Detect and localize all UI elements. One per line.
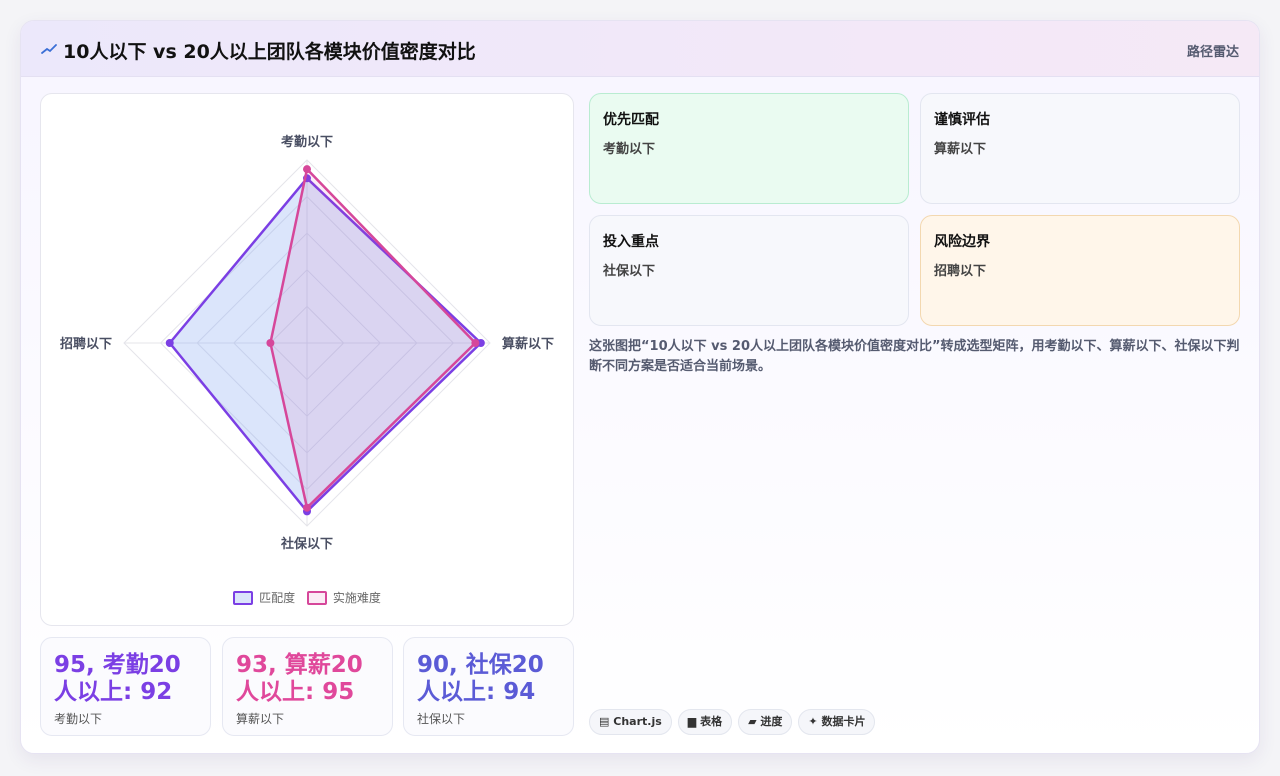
legend-item-match[interactable]: 匹配度 xyxy=(233,589,295,606)
stat-card-payroll: 93, 算薪20人以上: 95 算薪以下 xyxy=(222,637,393,736)
table-icon: ▆ xyxy=(687,715,697,728)
chart-icon: ▤ xyxy=(599,715,610,728)
tech-chips: ▤ Chart.js ▆ 表格 ▰ 进度 ✦ 数据卡片 xyxy=(589,709,881,735)
tile-title: 投入重点 xyxy=(603,234,659,250)
sparkle-icon: ✦ xyxy=(808,715,818,728)
stat-card-attendance: 95, 考勤20人以上: 92 考勤以下 xyxy=(40,637,211,736)
series-area-1 xyxy=(269,167,477,509)
data-point xyxy=(471,339,480,347)
tile-title: 优先匹配 xyxy=(603,112,659,128)
category-label: 算薪以下 xyxy=(502,336,554,352)
tile-careful-review: 谨慎评估 算薪以下 xyxy=(920,93,1240,204)
radar-chart: 考勤以下算薪以下社保以下 招聘以下 xyxy=(60,134,554,552)
legend-label-match: 匹配度 xyxy=(259,591,296,605)
chip-progress[interactable]: ▰ 进度 xyxy=(738,709,793,735)
tile-sub: 招聘以下 xyxy=(934,264,987,279)
dashboard-card: 10人以下 vs 20人以上团队各模块价值密度对比 路径雷达 考勤以下 算薪以下社… xyxy=(20,20,1260,754)
legend-item-difficulty[interactable]: 实施难度 xyxy=(306,589,381,606)
data-point xyxy=(303,165,311,174)
chip-label: Chart.js xyxy=(613,715,662,728)
tile-risk-boundary: 风险边界 招聘以下 xyxy=(920,215,1240,326)
stat-label: 考勤以下 xyxy=(54,712,103,726)
category-label: 社保以下 xyxy=(280,536,333,552)
stat-value: 93, 算薪20人以上: 95 xyxy=(236,652,363,705)
tile-investment-focus: 投入重点 社保以下 xyxy=(589,215,909,326)
legend-swatch-difficulty xyxy=(306,590,327,605)
tile-title: 风险边界 xyxy=(934,234,990,250)
stat-value: 90, 社保20人以上: 94 xyxy=(417,652,544,705)
data-point xyxy=(165,339,174,347)
card-header: 10人以下 vs 20人以上团队各模块价值密度对比 路径雷达 xyxy=(21,21,1259,77)
progress-icon: ▰ xyxy=(748,715,757,728)
trend-line-icon xyxy=(41,44,57,54)
stat-cards: 95, 考勤20人以上: 92 考勤以下 93, 算薪20人以上: 95 算薪以… xyxy=(40,637,574,736)
category-label: 考勤以下 xyxy=(281,134,333,150)
chart-description: 这张图把“10人以下 vs 20人以上团队各模块价值密度对比”转成选型矩阵，用考… xyxy=(589,339,1240,374)
radar-chart-panel: 考勤以下算薪以下社保以下 招聘以下 匹配度 实施难度 xyxy=(40,93,574,626)
tile-title: 谨慎评估 xyxy=(934,112,990,128)
legend-swatch-match xyxy=(233,590,254,605)
chip-label: 进度 xyxy=(760,715,783,728)
chip-chartjs[interactable]: ▤ Chart.js xyxy=(589,709,672,735)
stat-label: 社保以下 xyxy=(417,712,466,726)
category-label: 招聘以下 xyxy=(60,336,112,352)
tile-sub: 社保以下 xyxy=(603,264,656,279)
chart-legend: 匹配度 实施难度 xyxy=(41,589,573,608)
tile-sub: 考勤以下 xyxy=(603,142,656,157)
tile-priority-match: 优先匹配 考勤以下 xyxy=(589,93,909,204)
stat-card-social-security: 90, 社保20人以上: 94 社保以下 xyxy=(403,637,574,736)
chip-label: 表格 xyxy=(700,715,723,728)
chip-label: 数据卡片 xyxy=(821,715,866,728)
stat-label: 算薪以下 xyxy=(236,712,285,726)
data-point xyxy=(266,339,275,347)
page-title: 10人以下 vs 20人以上团队各模块价值密度对比 xyxy=(63,41,476,63)
header-tag: 路径雷达 xyxy=(1186,45,1239,60)
decision-tiles: 优先匹配 考勤以下 谨慎评估 算薪以下 投入重点 社保以下 风险边界 招聘以下 xyxy=(589,93,1241,326)
tile-sub: 算薪以下 xyxy=(934,142,987,157)
chip-data-card[interactable]: ✦ 数据卡片 xyxy=(798,709,876,735)
stat-value: 95, 考勤20人以上: 92 xyxy=(54,652,181,705)
legend-label-difficulty: 实施难度 xyxy=(332,591,381,605)
chip-table[interactable]: ▆ 表格 xyxy=(677,709,733,735)
data-point xyxy=(303,503,311,512)
